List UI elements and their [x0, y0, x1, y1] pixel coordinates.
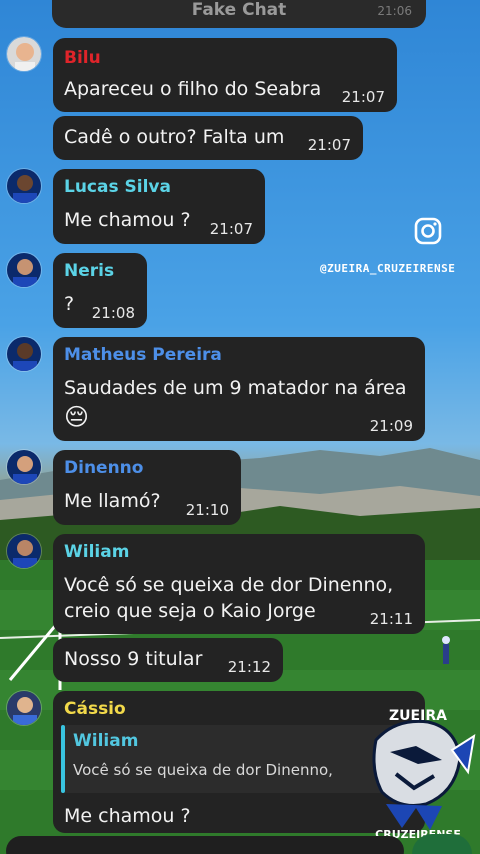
message-text: creio que seja o Kaio Jorge — [64, 600, 316, 622]
sender-name: Neris — [64, 261, 115, 281]
message-bubble[interactable]: Nosso 9 titular 21:12 — [53, 638, 283, 682]
message-time: 21:11 — [369, 610, 413, 628]
chat-header: Fake Chat 21:06 — [52, 0, 426, 28]
message-text: Você só se queixa de dor Dinenno, — [64, 574, 394, 596]
chat-title: Fake Chat — [191, 0, 287, 20]
message-text: Me chamou ? — [64, 209, 191, 231]
sender-name: Dinenno — [64, 458, 144, 478]
message-text: Saudades de um 9 matador na área — [64, 377, 407, 399]
message-text: Cadê o outro? Falta um — [64, 126, 285, 148]
quote-text: Você só se queixa de dor Dinenno, — [73, 761, 333, 779]
message-text: Apareceu o filho do Seabra — [64, 78, 322, 100]
avatar[interactable] — [6, 252, 42, 288]
quote-bar — [61, 725, 65, 793]
sender-name: Matheus Pereira — [64, 345, 222, 365]
quote-sender: Wiliam — [73, 731, 139, 751]
message-bubble[interactable]: Wiliam Você só se queixa de dor Dinenno,… — [53, 534, 425, 634]
message-time: 21:07 — [341, 88, 385, 106]
message-bubble[interactable]: Cadê o outro? Falta um 21:07 — [53, 116, 363, 160]
message-text: Me chamou ? — [64, 805, 191, 827]
sender-name: Lucas Silva — [64, 177, 171, 197]
sender-name: Wiliam — [64, 542, 130, 562]
message-text: Nosso 9 titular — [64, 648, 203, 670]
message-time: 21:07 — [307, 136, 351, 154]
send-button[interactable] — [412, 834, 472, 854]
avatar[interactable] — [6, 533, 42, 569]
message-bubble[interactable]: Matheus Pereira Saudades de um 9 matador… — [53, 337, 425, 441]
avatar[interactable] — [6, 36, 42, 72]
zueira-cruzeirense-logo: ZUEIRA CRUZEIRENSE — [372, 708, 476, 840]
instagram-handle: @ZUEIRA_CRUZEIRENSE — [320, 262, 456, 275]
sender-name: Cássio — [64, 699, 126, 719]
message-time: 21:10 — [185, 501, 229, 519]
instagram-icon — [414, 217, 442, 245]
avatar[interactable] — [6, 336, 42, 372]
sender-name: Bilu — [64, 48, 101, 68]
message-bubble[interactable]: Lucas Silva Me chamou ? 21:07 — [53, 169, 265, 244]
message-time: 21:09 — [369, 417, 413, 435]
message-time: 21:08 — [91, 304, 135, 322]
header-time: 21:06 — [377, 4, 412, 18]
sad-emoji-icon: 😔 — [64, 403, 90, 431]
message-time: 21:07 — [209, 220, 253, 238]
message-bubble[interactable]: Dinenno Me llamó? 21:10 — [53, 450, 241, 525]
avatar[interactable] — [6, 449, 42, 485]
message-input[interactable] — [6, 836, 404, 854]
message-bubble[interactable]: Bilu Apareceu o filho do Seabra 21:07 — [53, 38, 397, 112]
message-text: Me llamó? — [64, 490, 161, 512]
avatar[interactable] — [6, 690, 42, 726]
svg-text:ZUEIRA: ZUEIRA — [389, 708, 447, 724]
message-text: ? — [64, 293, 75, 315]
avatar[interactable] — [6, 168, 42, 204]
message-time: 21:12 — [227, 658, 271, 676]
message-bubble[interactable]: Neris ? 21:08 — [53, 253, 147, 328]
